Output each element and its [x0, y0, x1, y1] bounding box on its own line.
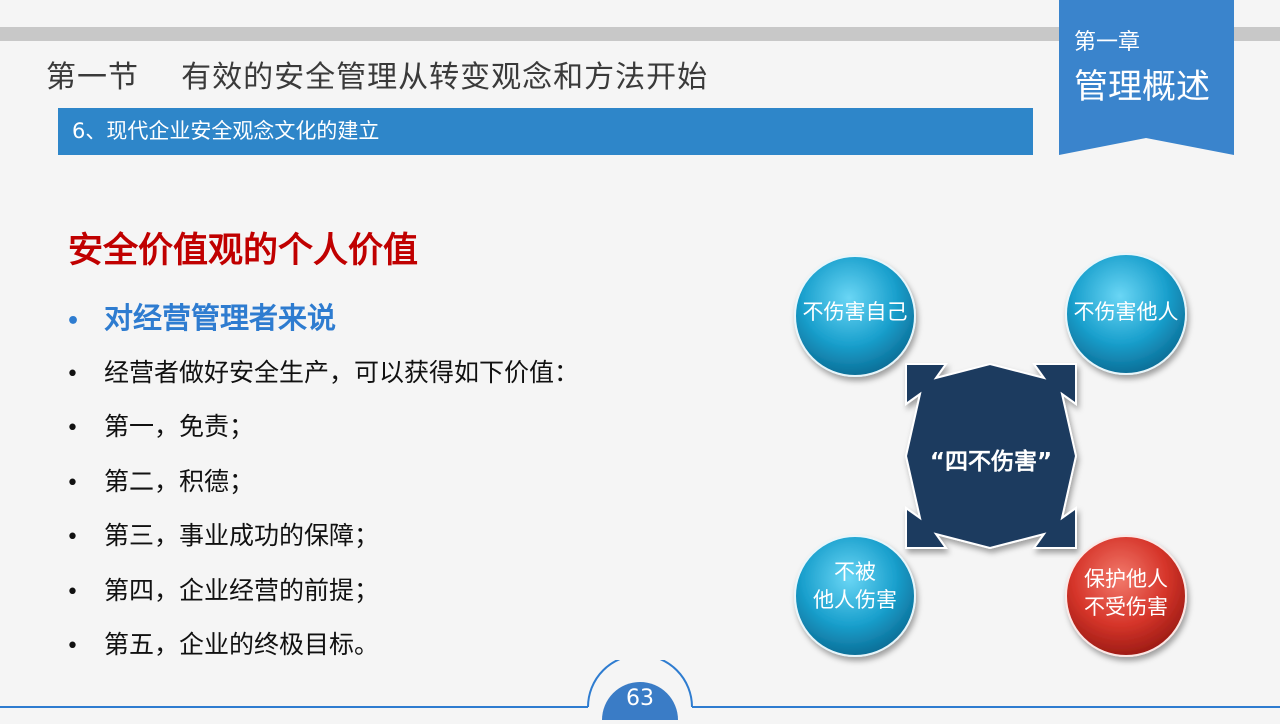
chapter-number: 第一章: [1074, 30, 1141, 55]
list-item-text: 第二，积德；: [104, 466, 255, 496]
list-item: • 第四，企业经营的前提；: [66, 569, 579, 624]
list-item: • 第二，积德；: [66, 460, 579, 515]
list-item-text: 第四，企业经营的前提；: [104, 575, 380, 605]
subtitle-text: 6、现代企业安全观念文化的建立: [72, 119, 380, 143]
list-item-text: 对经营管理者来说: [104, 301, 337, 335]
list-item: • 经营者做好安全生产，可以获得如下价值：: [66, 351, 579, 406]
list-item-text: 经营者做好安全生产，可以获得如下价值：: [104, 357, 580, 387]
bullet-icon: •: [66, 416, 79, 441]
bottom-right-label: 保护他人 不受伤害: [1084, 567, 1168, 619]
list-item: • 第三，事业成功的保障；: [66, 514, 579, 569]
bottom-left-label: 不被 他人伤害: [813, 560, 897, 612]
list-item: • 第一，免责；: [66, 405, 579, 460]
bullet-list: • 对经营管理者来说 • 经营者做好安全生产，可以获得如下价值： • 第一，免责； •…: [66, 296, 579, 678]
four-no-harm-diagram: “四不伤害” 不伤害自己 不伤害他人 不被 他人伤害 保护他人 不受伤害: [780, 240, 1200, 670]
chapter-name: 管理概述: [1074, 67, 1210, 107]
top-right-label: 不伤害他人: [1073, 300, 1179, 324]
bullet-icon: •: [66, 309, 81, 334]
page-number: 63: [626, 686, 654, 711]
bullet-icon: •: [66, 579, 79, 605]
bullet-icon: •: [66, 470, 79, 496]
bullet-icon: •: [66, 361, 79, 387]
list-item-text: 第一，免责；: [104, 412, 255, 441]
content-heading: 安全价值观的个人价值: [68, 231, 419, 271]
bullet-icon: •: [66, 525, 79, 550]
diagram-center-label: “四不伤害”: [929, 449, 1053, 475]
list-item-text: 第三，事业成功的保障；: [104, 521, 380, 550]
list-item: • 对经营管理者来说: [66, 296, 579, 351]
list-item-text: 第五，企业的终极目标。: [104, 630, 380, 659]
section-title: 第一节 有效的安全管理从转变观念和方法开始: [46, 60, 709, 95]
top-left-label: 不伤害自己: [802, 300, 908, 324]
subtitle-banner: 6、现代企业安全观念文化的建立: [58, 108, 1033, 155]
